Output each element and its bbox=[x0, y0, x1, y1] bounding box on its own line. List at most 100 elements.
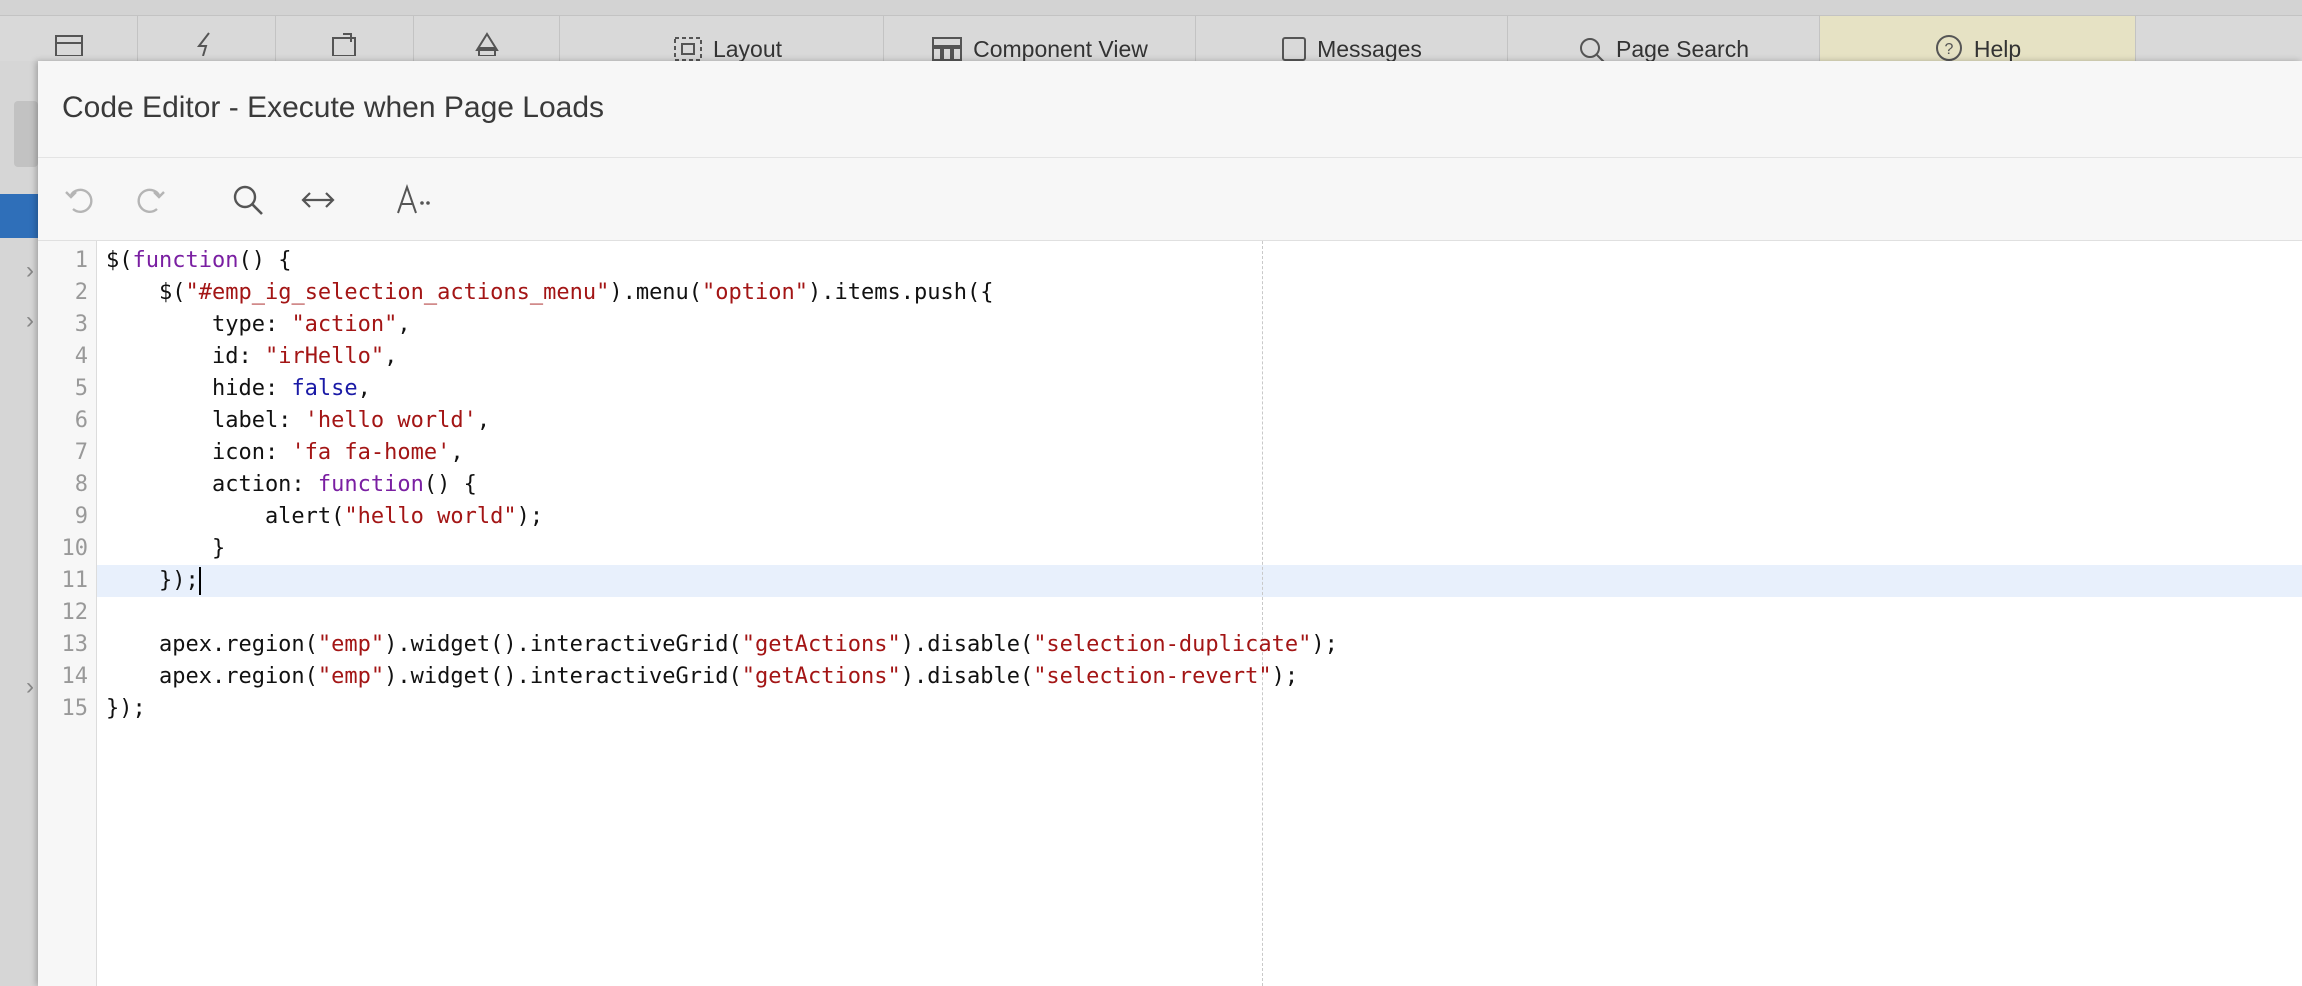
code-token: "selection-revert" bbox=[1033, 664, 1272, 689]
code-line[interactable]: label: 'hello world', bbox=[106, 405, 490, 437]
code-token: ); bbox=[1271, 664, 1299, 689]
find-button[interactable] bbox=[226, 178, 270, 222]
code-token: , bbox=[384, 344, 398, 369]
messages-button[interactable]: Messages bbox=[1196, 16, 1508, 62]
code-token: 'fa fa-home' bbox=[291, 440, 451, 465]
code-token: ).disable( bbox=[900, 664, 1034, 689]
code-token: , bbox=[476, 408, 491, 433]
code-token: "getActions" bbox=[741, 664, 901, 689]
text-cursor bbox=[198, 567, 201, 595]
panel-card bbox=[14, 101, 38, 167]
line-number: 10 bbox=[61, 536, 89, 561]
line-number: 2 bbox=[74, 280, 88, 305]
code-token: $( bbox=[106, 248, 133, 273]
code-line[interactable]: id: "irHello", bbox=[106, 341, 397, 373]
code-line[interactable]: apex.region("emp").widget().interactiveG… bbox=[106, 629, 1338, 661]
code-token: , bbox=[357, 376, 371, 401]
lightning-button[interactable] bbox=[138, 16, 276, 62]
code-token: ).menu( bbox=[609, 280, 703, 305]
undo-icon bbox=[63, 183, 97, 217]
line-number: 12 bbox=[61, 600, 89, 625]
dialog-title: Code Editor - Execute when Page Loads bbox=[62, 91, 605, 124]
code-line[interactable]: $(function() { bbox=[106, 245, 291, 277]
code-token: id: bbox=[106, 344, 265, 369]
code-token: () { bbox=[423, 472, 477, 497]
line-number: 7 bbox=[74, 440, 88, 465]
font-settings-button[interactable] bbox=[392, 178, 436, 222]
refresh-page-button[interactable] bbox=[276, 16, 414, 62]
page-designer-left-panel: › › › bbox=[0, 61, 38, 986]
code-token: "hello world" bbox=[344, 504, 517, 529]
print-margin-ruler bbox=[1262, 241, 1263, 986]
code-token: 'hello world' bbox=[304, 408, 477, 433]
search-icon bbox=[231, 183, 265, 217]
line-number: 3 bbox=[74, 312, 88, 337]
layout-button[interactable]: Layout bbox=[572, 16, 884, 62]
code-line[interactable]: $("#emp_ig_selection_actions_menu").menu… bbox=[106, 277, 993, 309]
code-token: "#emp_ig_selection_actions_menu" bbox=[185, 280, 610, 305]
help-button[interactable]: ? Help bbox=[1820, 16, 2136, 62]
code-token: function bbox=[132, 248, 239, 273]
code-token: "emp" bbox=[317, 632, 385, 657]
page-search-button[interactable]: Page Search bbox=[1508, 16, 1820, 62]
code-token: ).widget().interactiveGrid( bbox=[384, 664, 742, 689]
code-editor[interactable]: 1 2 3 4 5 6 7 8 9 10 11 12 13 14 15 $(function() { $("… bbox=[38, 241, 2302, 986]
code-token: "irHello" bbox=[264, 344, 385, 369]
component-view-icon bbox=[931, 36, 963, 62]
line-number: 13 bbox=[61, 632, 89, 657]
line-number: 5 bbox=[74, 376, 88, 401]
layout-label: Layout bbox=[712, 36, 783, 62]
redo-button[interactable] bbox=[128, 178, 172, 222]
code-line[interactable]: icon: 'fa fa-home', bbox=[106, 437, 464, 469]
code-line[interactable]: action: function() { bbox=[106, 469, 477, 501]
code-token: hide: bbox=[106, 376, 292, 401]
chevron-right-icon[interactable]: › bbox=[26, 257, 34, 285]
line-number: 14 bbox=[61, 664, 89, 689]
line-number: 15 bbox=[61, 696, 89, 721]
svg-text:?: ? bbox=[1944, 41, 1953, 58]
code-token: ).items.push({ bbox=[808, 280, 994, 305]
code-token: , bbox=[397, 312, 411, 337]
line-number: 9 bbox=[74, 504, 88, 529]
help-icon: ? bbox=[1934, 34, 1964, 62]
code-line[interactable]: } bbox=[106, 533, 225, 565]
line-number: 1 bbox=[74, 248, 88, 273]
selected-tree-node[interactable] bbox=[0, 194, 38, 238]
expand-width-button[interactable] bbox=[296, 178, 340, 222]
expand-horizontal-icon bbox=[300, 188, 336, 212]
chevron-right-icon[interactable]: › bbox=[26, 673, 34, 701]
code-token: "emp" bbox=[317, 664, 385, 689]
code-token: ); bbox=[516, 504, 544, 529]
code-token: icon: bbox=[106, 440, 292, 465]
code-line[interactable]: apex.region("emp").widget().interactiveG… bbox=[106, 661, 1298, 693]
code-token: () { bbox=[238, 248, 292, 273]
code-line[interactable]: }); bbox=[106, 565, 199, 597]
code-token: , bbox=[450, 440, 464, 465]
code-token: action: bbox=[106, 472, 318, 497]
code-line[interactable]: }); bbox=[106, 693, 146, 725]
chevron-down-icon[interactable]: › bbox=[26, 307, 34, 335]
line-number: 4 bbox=[74, 344, 88, 369]
code-line[interactable]: hide: false, bbox=[106, 373, 371, 405]
code-line[interactable]: alert("hello world"); bbox=[106, 501, 543, 533]
line-number: 11 bbox=[61, 568, 89, 593]
font-size-icon bbox=[394, 183, 434, 217]
code-token: ); bbox=[1311, 632, 1338, 657]
component-view-button[interactable]: Component View bbox=[884, 16, 1196, 62]
editor-toolbar bbox=[38, 158, 2302, 241]
undo-button[interactable] bbox=[58, 178, 102, 222]
code-token: } bbox=[106, 536, 226, 561]
component-view-label: Component View bbox=[973, 36, 1148, 62]
code-token: alert( bbox=[106, 504, 345, 529]
line-number-gutter: 1 2 3 4 5 6 7 8 9 10 11 12 13 14 15 bbox=[38, 241, 97, 986]
code-token: ).disable( bbox=[900, 632, 1034, 657]
shared-components-button[interactable] bbox=[414, 16, 560, 62]
refresh-page-icon bbox=[329, 32, 361, 56]
code-line[interactable]: type: "action", bbox=[106, 309, 411, 341]
page-icon-button[interactable] bbox=[0, 16, 138, 62]
dialog-header: Code Editor - Execute when Page Loads bbox=[38, 61, 2302, 158]
code-token: "getActions" bbox=[741, 632, 901, 657]
layout-icon bbox=[673, 36, 703, 62]
line-number: 6 bbox=[74, 408, 88, 433]
code-token: "option" bbox=[702, 280, 809, 305]
